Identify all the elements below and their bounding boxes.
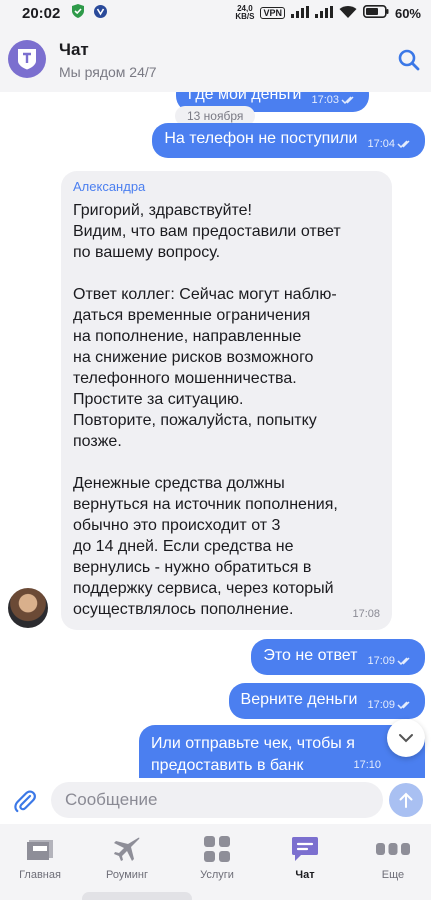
text-line: Простите за ситуацию. — [73, 391, 244, 408]
text-line: поддержку сервиса, через который — [73, 580, 334, 597]
message-text: Верните деньги — [240, 691, 358, 708]
paperclip-icon[interactable] — [12, 788, 38, 814]
agent-avatar — [8, 588, 48, 628]
text-line: Повторите, пожалуйста, попытку — [73, 412, 317, 429]
double-check-icon — [341, 96, 354, 105]
shield-check-icon — [72, 4, 85, 22]
airplane-icon — [87, 834, 167, 864]
text-line: осуществлялось пополнение. — [73, 601, 294, 618]
message-meta: 17:04 — [367, 138, 413, 150]
status-time: 20:02 — [22, 4, 61, 22]
message-time: 17:03 — [311, 94, 339, 106]
send-button[interactable] — [389, 783, 423, 817]
text-line: обычно это происходит от 3 — [73, 517, 281, 534]
message-incoming[interactable]: Александра Григорий, здравствуйте! Видим… — [61, 171, 392, 630]
message-text: Григорий, здравствуйте! Видим, что вам п… — [73, 200, 380, 620]
page-title: Чат — [59, 40, 89, 59]
message-outgoing[interactable]: На телефон не поступили 17:04 — [152, 123, 425, 158]
text-line: Ответ коллег: Сейчас могут наблю- — [73, 286, 337, 303]
chat-bubble-icon — [265, 834, 345, 864]
double-check-icon — [397, 701, 410, 710]
message-meta: 17:09 — [367, 699, 413, 711]
signal-2-icon — [314, 5, 333, 21]
tab-home[interactable]: Главная — [0, 834, 80, 881]
battery-icon — [362, 5, 389, 21]
chat-header: Чат Мы рядом 24/7 — [0, 26, 431, 92]
message-time: 17:09 — [367, 655, 395, 667]
page-subtitle: Мы рядом 24/7 — [59, 64, 157, 80]
message-sender: Александра — [73, 179, 146, 194]
message-meta: 17:09 — [367, 655, 413, 667]
grid-icon — [177, 834, 257, 864]
tab-more[interactable]: Еще — [353, 834, 431, 881]
chat-messages[interactable]: Где мои деньги 17:03 13 ноября На телефо… — [0, 92, 431, 778]
arrow-up-icon — [399, 792, 413, 808]
tab-chat[interactable]: Чат — [265, 834, 345, 881]
text-line: по вашему вопросу. — [73, 244, 221, 261]
signal-icon — [290, 5, 309, 21]
chevron-down-icon — [399, 734, 413, 743]
message-time: 17:09 — [367, 699, 395, 711]
message-time: 17:08 — [352, 608, 380, 620]
text-line: даться временные ограничения — [73, 307, 311, 324]
app-notification-icon — [94, 4, 108, 22]
tab-label: Главная — [19, 869, 61, 881]
scroll-down-button[interactable] — [387, 719, 425, 757]
message-text: На телефон не поступили — [164, 130, 358, 147]
message-meta: 17:10 — [353, 759, 381, 771]
home-card-icon — [0, 834, 80, 864]
brand-logo-icon — [8, 40, 46, 78]
message-time: 17:10 — [353, 759, 381, 771]
message-meta: 17:03 — [311, 94, 357, 106]
message-input[interactable] — [51, 782, 383, 818]
status-right-group: 24,0 KB/S VPN 60% — [235, 5, 421, 22]
tab-label: Еще — [381, 869, 405, 881]
text-line: на пополнение, направленные — [73, 328, 302, 345]
message-outgoing[interactable]: Или отправьте чек, чтобы я предоставить … — [139, 725, 425, 778]
text-line: позже. — [73, 433, 122, 450]
search-icon[interactable] — [397, 48, 421, 72]
text-line: Видим, что вам предоставили ответ — [73, 223, 341, 240]
message-text: Где мои деньги — [187, 92, 302, 103]
text-line: на снижение рисков возможного — [73, 349, 314, 366]
double-check-icon — [397, 140, 410, 149]
text-line: Григорий, здравствуйте! — [73, 202, 252, 219]
home-indicator — [82, 892, 192, 900]
vpn-badge: VPN — [260, 7, 285, 19]
net-speed: 24,0 KB/S — [235, 5, 254, 21]
double-check-icon — [397, 657, 410, 666]
tab-label: Чат — [295, 869, 315, 881]
tab-services[interactable]: Услуги — [177, 834, 257, 881]
tab-label: Роуминг — [105, 869, 149, 881]
text-line: телефонного мошенничества. — [73, 370, 297, 387]
message-time: 17:04 — [367, 138, 395, 150]
text-line: Денежные средства должны — [73, 475, 285, 492]
tab-label: Услуги — [200, 869, 234, 881]
message-outgoing[interactable]: Верните деньги 17:09 — [228, 683, 425, 719]
message-text: Это не ответ — [263, 647, 358, 664]
bottom-tab-bar: Главная Роуминг Услуги Чат Еще — [0, 824, 431, 900]
more-dots-icon — [353, 834, 431, 864]
battery-percent: 60% — [394, 5, 421, 21]
message-composer — [0, 778, 431, 824]
status-bar: 20:02 24,0 KB/S VPN 60% — [0, 0, 431, 26]
net-speed-unit: KB/S — [235, 12, 255, 21]
message-text-line: Или отправьте чек, чтобы я — [151, 735, 355, 752]
text-line: вернулись - нужно обратиться в — [73, 559, 312, 576]
wifi-icon — [339, 5, 357, 22]
message-outgoing[interactable]: Это не ответ 17:09 — [251, 639, 425, 675]
tab-roaming[interactable]: Роуминг — [87, 834, 167, 881]
text-line: вернуться на источник пополнения, — [73, 496, 338, 513]
text-line: до 14 дней. Если средства не — [73, 538, 294, 555]
